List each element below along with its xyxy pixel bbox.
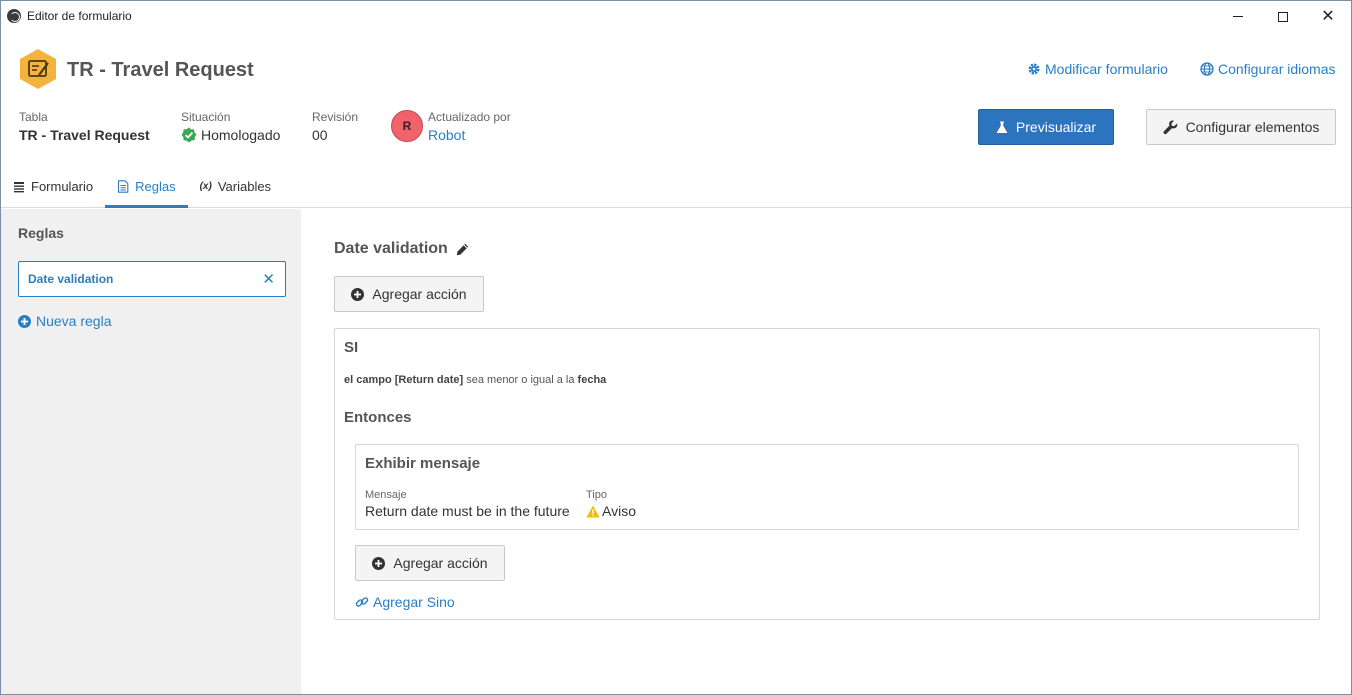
type-label: Tipo <box>586 489 607 501</box>
close-window-button[interactable]: ✕ <box>1305 1 1351 32</box>
revision-label: Revisión <box>312 110 359 124</box>
situacion-label: Situación <box>181 110 231 124</box>
plus-circle-icon <box>18 314 31 328</box>
action-title: Exhibir mensaje <box>365 455 481 472</box>
add-action-button[interactable]: Agregar acción <box>334 276 484 312</box>
verified-badge-icon <box>181 127 197 143</box>
add-action-then-button[interactable]: Agregar acción <box>355 545 505 581</box>
close-icon: ✕ <box>1321 7 1335 25</box>
situacion-value: Homologado <box>201 127 281 143</box>
rule-item-label: Date validation <box>28 272 114 286</box>
avatar: R <box>391 110 423 142</box>
tab-reglas-label: Reglas <box>135 179 176 194</box>
condition-text: el campo [Return date] sea menor o igual… <box>344 374 606 386</box>
message-value: Return date must be in the future <box>365 503 570 519</box>
updated-by-label: Actualizado por <box>428 110 511 124</box>
configure-elements-button[interactable]: Configurar elementos <box>1146 109 1336 145</box>
rule-title-text: Date validation <box>334 240 448 257</box>
updated-by-user-link[interactable]: Robot <box>428 127 511 143</box>
condition-operator: sea menor o igual a la <box>463 374 578 386</box>
sidebar-title: Reglas <box>18 225 64 241</box>
action-card[interactable]: Exhibir mensaje Mensaje Return date must… <box>355 444 1299 530</box>
form-list-icon <box>14 181 24 192</box>
add-else-link[interactable]: Agregar Sino <box>355 594 455 610</box>
form-title: TR - Travel Request <box>67 59 254 81</box>
meta-revision: Revisión 00 <box>312 110 358 143</box>
tab-reglas[interactable]: Reglas <box>105 165 189 208</box>
plus-circle-icon <box>351 287 365 301</box>
add-action-label: Agregar acción <box>372 286 467 302</box>
window-title: Editor de formulario <box>27 9 132 23</box>
flask-icon <box>996 121 1008 133</box>
tabla-label: Tabla <box>19 110 48 124</box>
message-label: Mensaje <box>365 489 407 501</box>
configure-languages-label: Configurar idiomas <box>1218 61 1336 77</box>
variable-x-icon: (x) <box>199 181 212 192</box>
new-rule-label: Nueva regla <box>36 313 112 329</box>
type-value-row: Aviso <box>586 503 636 519</box>
minimize-button[interactable] <box>1215 1 1261 32</box>
link-icon <box>355 597 369 607</box>
condition-block: SI el campo [Return date] sea menor o ig… <box>334 328 1320 620</box>
configure-languages-link[interactable]: Configurar idiomas <box>1200 61 1336 77</box>
preview-button[interactable]: Previsualizar <box>978 109 1114 145</box>
title-bar: Editor de formulario ✕ <box>1 1 1351 32</box>
globe-icon <box>1200 62 1214 76</box>
form-header: TR - Travel Request Modificar formulario… <box>1 32 1351 208</box>
new-rule-link[interactable]: Nueva regla <box>18 313 112 329</box>
gear-icon <box>1028 63 1040 75</box>
maximize-icon <box>1278 11 1288 22</box>
meta-situacion: Situación Homologado <box>181 110 280 143</box>
rules-sidebar: Reglas Date validation ✕ Nueva regla <box>1 209 301 694</box>
rule-editor-panel: Date validation Agregar acción SI el cam… <box>301 209 1351 694</box>
wrench-icon <box>1163 120 1177 134</box>
editor-window: Editor de formulario ✕ TR - Travel Reque… <box>0 0 1352 695</box>
plus-circle-icon <box>372 556 386 570</box>
tab-bar: Formulario Reglas (x) Variables <box>1 165 283 208</box>
add-action-then-label: Agregar acción <box>393 555 488 571</box>
app-globe-icon <box>7 9 21 23</box>
tab-variables[interactable]: (x) Variables <box>188 165 283 208</box>
tab-variables-label: Variables <box>217 179 272 194</box>
tabla-value: TR - Travel Request <box>19 127 150 143</box>
action-type-field: Tipo Aviso <box>586 489 636 519</box>
preview-label: Previsualizar <box>1015 119 1097 135</box>
maximize-button[interactable] <box>1260 1 1306 32</box>
meta-tabla: Tabla TR - Travel Request <box>19 110 150 143</box>
condition-target: fecha <box>577 374 607 386</box>
pencil-icon[interactable] <box>456 243 469 256</box>
rule-item-date-validation[interactable]: Date validation ✕ <box>18 261 286 297</box>
type-value: Aviso <box>602 503 636 519</box>
if-label: SI <box>344 339 359 356</box>
modify-form-label: Modificar formulario <box>1045 61 1168 77</box>
minimize-icon <box>1233 16 1243 17</box>
modify-form-link[interactable]: Modificar formulario <box>1027 61 1168 77</box>
document-icon <box>118 180 129 193</box>
meta-updated-by: Actualizado por Robot <box>428 110 511 143</box>
remove-rule-icon[interactable]: ✕ <box>262 270 275 288</box>
add-else-label: Agregar Sino <box>373 594 455 610</box>
form-edit-icon <box>20 49 56 89</box>
configure-elements-label: Configurar elementos <box>1185 119 1320 135</box>
revision-value: 00 <box>312 127 328 143</box>
tab-formulario-label: Formulario <box>31 179 94 194</box>
situacion-status: Homologado <box>181 127 280 143</box>
then-label: Entonces <box>344 409 412 426</box>
warning-icon <box>586 505 600 517</box>
action-message-field: Mensaje Return date must be in the futur… <box>365 489 570 519</box>
rule-title: Date validation <box>334 240 469 258</box>
tab-formulario[interactable]: Formulario <box>1 165 105 208</box>
condition-field: el campo [Return date] <box>344 374 464 386</box>
